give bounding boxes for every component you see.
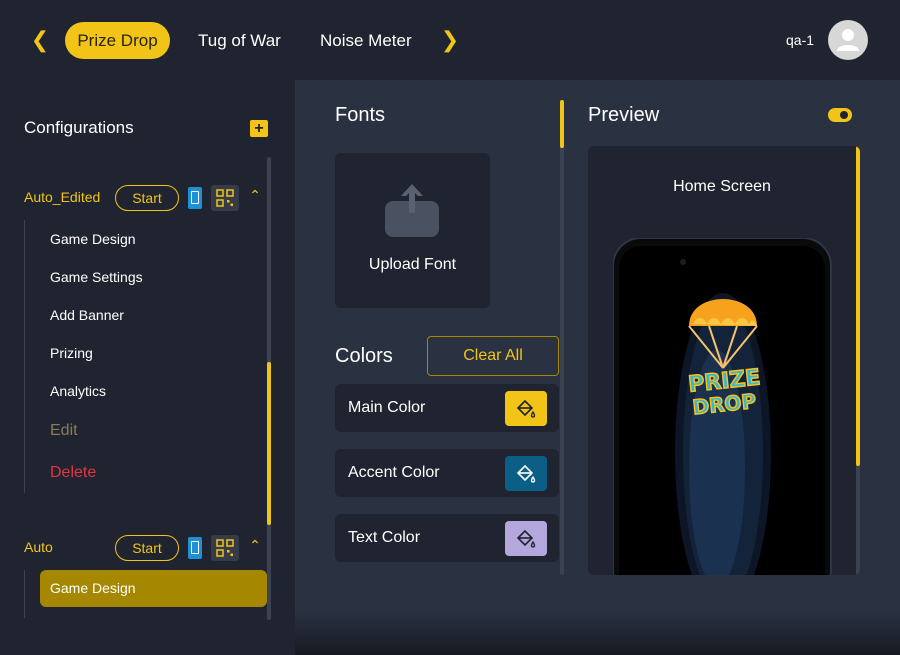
chevron-up-icon[interactable]: ⌃ [246, 187, 264, 207]
color-label: Text Color [348, 529, 421, 546]
tree-line [24, 570, 25, 618]
chevron-left-icon[interactable]: ❮ [28, 28, 52, 52]
qr-code-icon[interactable] [211, 185, 239, 211]
color-swatch[interactable] [505, 391, 547, 426]
menu-item-game-design[interactable]: Game Design [50, 231, 136, 247]
preview-screen-label: Home Screen [673, 178, 771, 195]
main-panel: Fonts Upload Font Colors Clear All Main … [295, 80, 900, 655]
menu-item-add-banner[interactable]: Add Banner [50, 307, 124, 323]
color-swatch[interactable] [505, 456, 547, 491]
color-swatch[interactable] [505, 521, 547, 556]
menu-item-edit[interactable]: Edit [50, 422, 78, 440]
paint-bucket-icon [516, 464, 536, 483]
phone-mockup: PRIZE DROP [613, 238, 832, 575]
settings-scrollbar-thumb[interactable] [560, 100, 564, 148]
mobile-preview-icon[interactable] [188, 187, 202, 209]
mobile-preview-icon[interactable] [188, 537, 202, 559]
upload-icon [385, 184, 439, 237]
clear-all-button[interactable]: Clear All [427, 336, 559, 376]
user-icon [837, 29, 859, 51]
chevron-right-icon[interactable]: ❯ [438, 28, 462, 52]
fonts-title: Fonts [335, 104, 386, 126]
preview-title: Preview [588, 104, 660, 126]
upload-font-label: Upload Font [368, 256, 457, 273]
preview-toggle[interactable] [828, 108, 852, 122]
color-row-main[interactable]: Main Color [335, 384, 559, 432]
sidebar-scrollbar-thumb[interactable] [267, 362, 271, 525]
config-name[interactable]: Auto [24, 539, 53, 555]
qr-code-icon[interactable] [211, 535, 239, 561]
menu-item-analytics[interactable]: Analytics [50, 383, 106, 399]
avatar[interactable] [828, 20, 868, 60]
settings-scrollbar-track[interactable] [560, 100, 564, 575]
color-row-accent[interactable]: Accent Color [335, 449, 559, 497]
config-row-auto-edited: Auto_Edited Start ⌃ [24, 185, 264, 211]
upload-font-button[interactable]: Upload Font [335, 153, 490, 308]
username: qa-1 [786, 32, 815, 48]
paint-bucket-icon [516, 529, 536, 548]
config-row-auto: Auto Start ⌃ [24, 535, 264, 561]
menu-item-delete[interactable]: Delete [50, 464, 96, 482]
color-label: Accent Color [348, 464, 440, 481]
start-button[interactable]: Start [115, 535, 179, 561]
chevron-up-icon[interactable]: ⌃ [246, 537, 264, 557]
menu-item-prizing[interactable]: Prizing [50, 345, 93, 361]
tab-prize-drop[interactable]: Prize Drop [65, 22, 170, 59]
tab-noise-meter[interactable]: Noise Meter [320, 22, 412, 59]
paint-bucket-icon [516, 399, 536, 418]
sidebar-title: Configurations [24, 118, 134, 137]
color-row-text[interactable]: Text Color [335, 514, 559, 562]
plus-icon[interactable]: + [250, 120, 268, 137]
colors-title: Colors [335, 345, 393, 367]
start-button[interactable]: Start [115, 185, 179, 211]
tree-line [24, 220, 25, 493]
bottom-shade [295, 612, 900, 655]
tab-tug-of-war[interactable]: Tug of War [198, 22, 281, 59]
sidebar: Configurations + Auto_Edited Start ⌃ Gam… [0, 80, 295, 655]
top-bar: ❮ Prize Drop Tug of War Noise Meter ❯ qa… [0, 0, 900, 80]
menu-item-game-settings[interactable]: Game Settings [50, 269, 143, 285]
menu-item-game-design-selected[interactable]: Game Design [40, 570, 267, 607]
config-name[interactable]: Auto_Edited [24, 189, 100, 205]
preview-scrollbar-thumb[interactable] [856, 146, 860, 466]
color-label: Main Color [348, 399, 426, 416]
preview-panel: Home Screen PRIZE DROP [588, 146, 860, 575]
